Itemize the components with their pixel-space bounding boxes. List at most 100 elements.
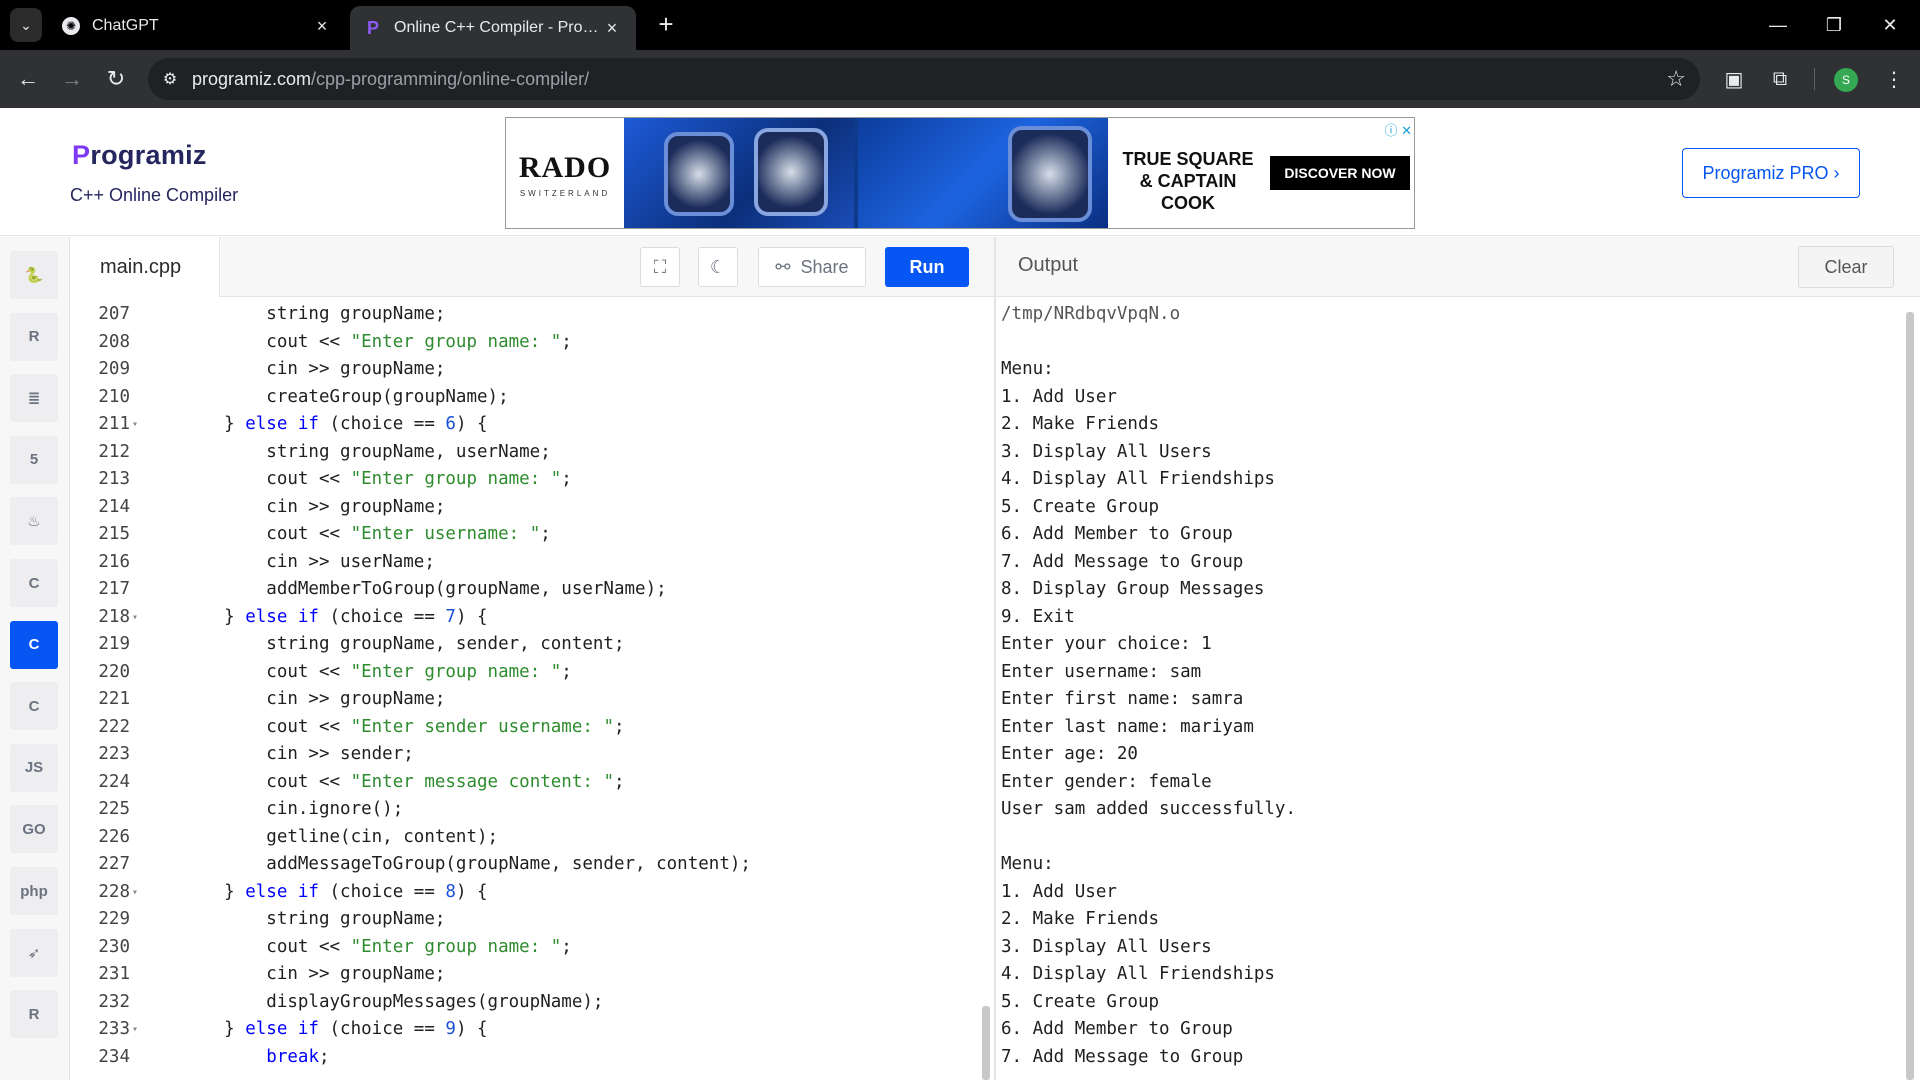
code-line[interactable]: 221 cin >> groupName;: [70, 686, 994, 714]
programiz-pro-button[interactable]: Programiz PRO ›: [1682, 148, 1860, 198]
clear-button[interactable]: Clear: [1798, 246, 1894, 288]
language-sql-icon[interactable]: ≣: [10, 374, 58, 423]
output-line: User sam added successfully.: [1001, 799, 1297, 819]
code-line[interactable]: 230 cout << "Enter group name: ";: [70, 934, 994, 962]
address-bar[interactable]: ⚙ programiz.com/cpp-programming/online-c…: [148, 58, 1700, 100]
tab-search-button[interactable]: ⌄: [10, 8, 42, 42]
line-number: 212: [98, 441, 130, 462]
code-text: cin.ignore();: [182, 799, 404, 819]
kebab-menu-icon[interactable]: ⋮: [1878, 63, 1910, 95]
close-icon[interactable]: ×: [602, 18, 622, 39]
language-r-icon[interactable]: R: [10, 312, 58, 361]
code-editor[interactable]: 207 string groupName; 208 cout << "Enter …: [70, 297, 994, 1080]
output-line: Enter your choice: 1: [1001, 634, 1212, 654]
language-php-icon[interactable]: php: [10, 867, 58, 915]
window-close-icon[interactable]: ✕: [1862, 0, 1918, 50]
code-line[interactable]: 213 cout << "Enter group name: ";: [70, 466, 994, 494]
run-button[interactable]: Run: [885, 247, 969, 287]
bookmark-star-icon[interactable]: ☆: [1666, 66, 1686, 92]
output-line: 7. Add Message to Group: [1001, 551, 1244, 572]
url-text: programiz.com/cpp-programming/online-com…: [192, 68, 590, 89]
share-button[interactable]: ⚯ Share: [758, 247, 866, 287]
code-line[interactable]: 215 cout << "Enter username: ";: [70, 521, 994, 549]
code-line[interactable]: 209 cin >> groupName;: [70, 356, 994, 384]
new-tab-icon[interactable]: +: [652, 10, 680, 38]
line-number: 223: [98, 744, 130, 764]
forward-arrow-icon[interactable]: →: [56, 63, 88, 95]
fold-arrow-icon[interactable]: ▾: [132, 411, 138, 439]
page-subtitle: C++ Online Compiler: [70, 185, 239, 205]
code-line[interactable]: 217 addMemberToGroup(groupName, userName…: [70, 576, 994, 604]
close-icon[interactable]: ×: [312, 16, 332, 37]
code-line[interactable]: 226 getline(cin, content);: [70, 824, 994, 852]
code-text: } else if (choice == 7) {: [182, 606, 488, 627]
fullscreen-icon[interactable]: ⛶: [640, 247, 680, 287]
language-swift-icon[interactable]: ➶: [10, 928, 58, 977]
language-rust-icon[interactable]: R: [10, 990, 58, 1039]
dark-mode-moon-icon[interactable]: ☾: [698, 247, 738, 287]
code-line[interactable]: 219 string groupName, sender, content;: [70, 631, 994, 659]
site-settings-icon[interactable]: ⚙: [148, 69, 192, 89]
code-line[interactable]: 228 ▾ } else if (choice == 8) {: [70, 879, 994, 907]
output-line: 3. Display All Users: [1001, 936, 1212, 957]
code-line[interactable]: 210 createGroup(groupName);: [70, 384, 994, 412]
code-line[interactable]: 225 cin.ignore();: [70, 796, 994, 824]
line-number: 215: [98, 524, 130, 544]
profile-avatar[interactable]: S: [1834, 68, 1858, 92]
code-line[interactable]: 207 string groupName;: [70, 301, 994, 329]
back-arrow-icon[interactable]: ←: [12, 63, 44, 95]
output-line: 2. Make Friends: [1001, 909, 1160, 929]
language-python-icon[interactable]: 🐍: [10, 251, 58, 299]
browser-tab-chatgpt[interactable]: ✺ ChatGPT ×: [48, 6, 346, 46]
code-line[interactable]: 214 cin >> groupName;: [70, 494, 994, 522]
code-text: cin >> groupName;: [182, 964, 446, 984]
code-line[interactable]: 227 addMessageToGroup(groupName, sender,…: [70, 851, 994, 879]
minimize-icon[interactable]: —: [1750, 0, 1806, 50]
code-line[interactable]: 232 displayGroupMessages(groupName);: [70, 989, 994, 1017]
fold-arrow-icon[interactable]: ▾: [132, 604, 138, 632]
language-go-icon[interactable]: GO: [10, 805, 58, 854]
code-line[interactable]: 220 cout << "Enter group name: ";: [70, 659, 994, 687]
reload-icon[interactable]: ↻: [100, 63, 132, 95]
output-console[interactable]: /tmp/NRdbqvVpqN.o Menu: 1. Add User 2. Make…: [996, 297, 1920, 1080]
file-tab-main-cpp[interactable]: main.cpp: [70, 237, 220, 297]
language-java-icon[interactable]: ♨: [10, 497, 58, 546]
code-text: cin >> sender;: [182, 744, 414, 764]
browser-tab-programiz[interactable]: P Online C++ Compiler - Programiz ×: [350, 6, 636, 50]
advertisement-banner[interactable]: RADO SWITZERLAND TRUE SQUARE & CAPTAIN C…: [505, 117, 1415, 229]
language-cpp-icon[interactable]: C: [10, 620, 58, 669]
code-line[interactable]: 231 cin >> groupName;: [70, 961, 994, 989]
code-line[interactable]: 234 break;: [70, 1044, 994, 1072]
code-text: cout << "Enter group name: ";: [182, 661, 572, 682]
code-line[interactable]: 218 ▾ } else if (choice == 7) {: [70, 604, 994, 632]
code-line[interactable]: 222 cout << "Enter sender username: ";: [70, 714, 994, 742]
output-line: Enter username: sam: [1001, 661, 1202, 682]
extension-icon[interactable]: ▣: [1718, 63, 1750, 95]
editor-scrollbar[interactable]: [982, 1006, 990, 1080]
language-c-icon[interactable]: C: [10, 559, 58, 607]
code-line[interactable]: 233 ▾ } else if (choice == 9) {: [70, 1016, 994, 1044]
fold-arrow-icon[interactable]: ▾: [132, 879, 138, 907]
programiz-logo[interactable]: Programiz: [72, 140, 207, 171]
code-line[interactable]: 229 string groupName;: [70, 906, 994, 934]
restore-icon[interactable]: ❐: [1806, 0, 1862, 50]
code-line[interactable]: 224 cout << "Enter message content: ";: [70, 769, 994, 797]
line-number: 210: [98, 386, 130, 407]
fold-arrow-icon[interactable]: ▾: [132, 1016, 138, 1044]
output-line: 4. Display All Friendships: [1001, 469, 1275, 489]
code-text: } else if (choice == 6) {: [182, 414, 488, 434]
adchoices-icon[interactable]: ⓘ ✕: [1384, 120, 1412, 139]
ad-cta-button[interactable]: DISCOVER NOW: [1270, 156, 1410, 190]
code-line[interactable]: 211 ▾ } else if (choice == 6) {: [70, 411, 994, 439]
puzzle-icon[interactable]: ⧉: [1764, 63, 1796, 95]
code-line[interactable]: 216 cin >> userName;: [70, 549, 994, 577]
code-line[interactable]: 223 cin >> sender;: [70, 741, 994, 769]
line-number: 208: [98, 331, 130, 352]
language-js-icon[interactable]: JS: [10, 743, 58, 792]
code-line[interactable]: 212 string groupName, userName;: [70, 439, 994, 467]
language-csharp-icon[interactable]: C: [10, 682, 58, 731]
output-scrollbar[interactable]: [1906, 312, 1914, 1080]
code-text: cout << "Enter username: ";: [182, 524, 551, 544]
code-line[interactable]: 208 cout << "Enter group name: ";: [70, 329, 994, 357]
language-html-icon[interactable]: 5: [10, 435, 58, 484]
